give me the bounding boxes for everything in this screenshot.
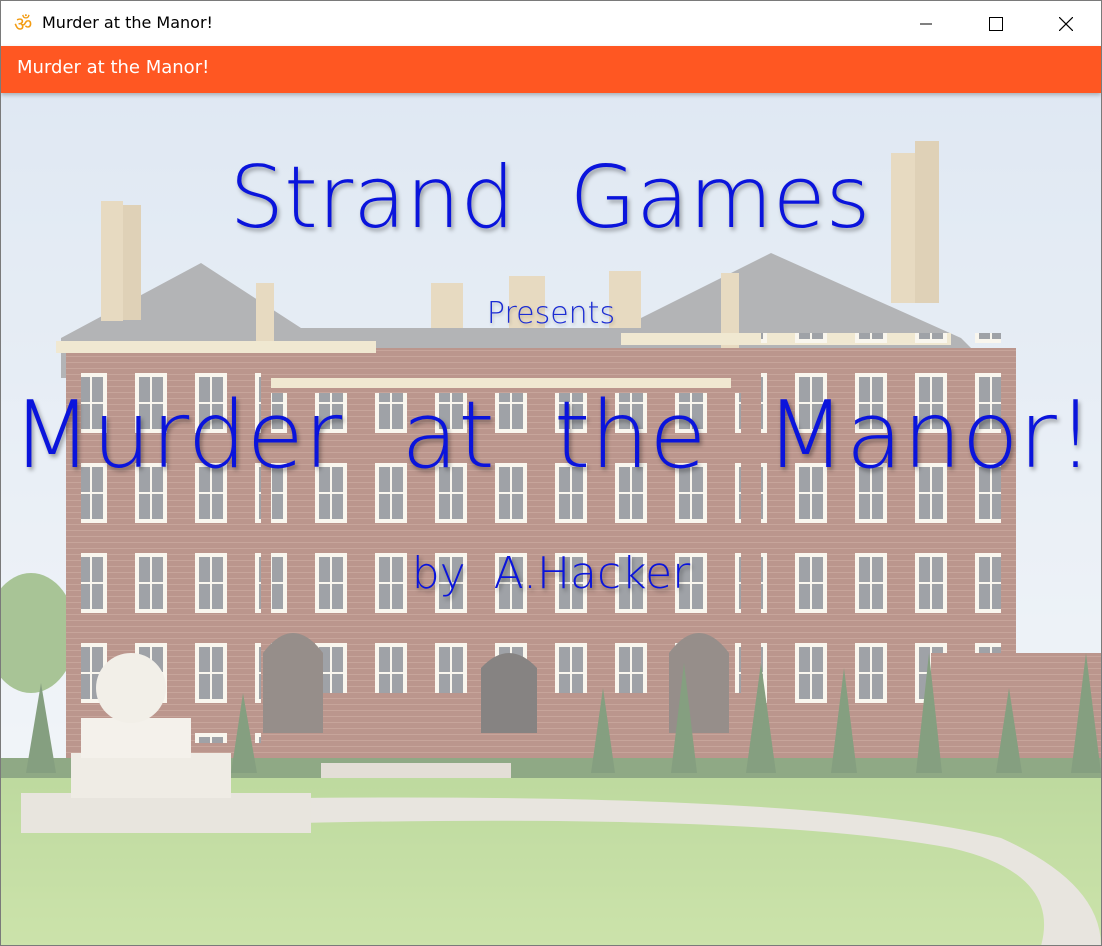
title-bar[interactable]: ॐ Murder at the Manor! xyxy=(1,1,1101,46)
svg-text:ॐ: ॐ xyxy=(14,12,32,35)
app-window: ॐ Murder at the Manor! Murder at the Man… xyxy=(0,0,1102,946)
splash-screen[interactable]: Strand Games Presents Murder at the Mano… xyxy=(1,93,1101,945)
minimize-icon xyxy=(920,23,932,24)
close-icon xyxy=(1059,16,1073,31)
presents-label: Presents xyxy=(486,296,616,331)
maximize-button[interactable] xyxy=(961,1,1031,46)
game-title: Murder at the Manor! xyxy=(11,381,1095,489)
app-bar-title: Murder at the Manor! xyxy=(17,57,210,78)
author-credit: by A.Hacker xyxy=(411,548,691,599)
om-symbol-icon: ॐ xyxy=(14,12,32,35)
window-title: Murder at the Manor! xyxy=(42,13,213,32)
close-button[interactable] xyxy=(1031,1,1101,46)
app-bar: Murder at the Manor! xyxy=(1,46,1101,93)
maximize-icon xyxy=(989,16,1003,31)
studio-name: Strand Games xyxy=(229,148,871,248)
minimize-button[interactable] xyxy=(891,1,961,46)
